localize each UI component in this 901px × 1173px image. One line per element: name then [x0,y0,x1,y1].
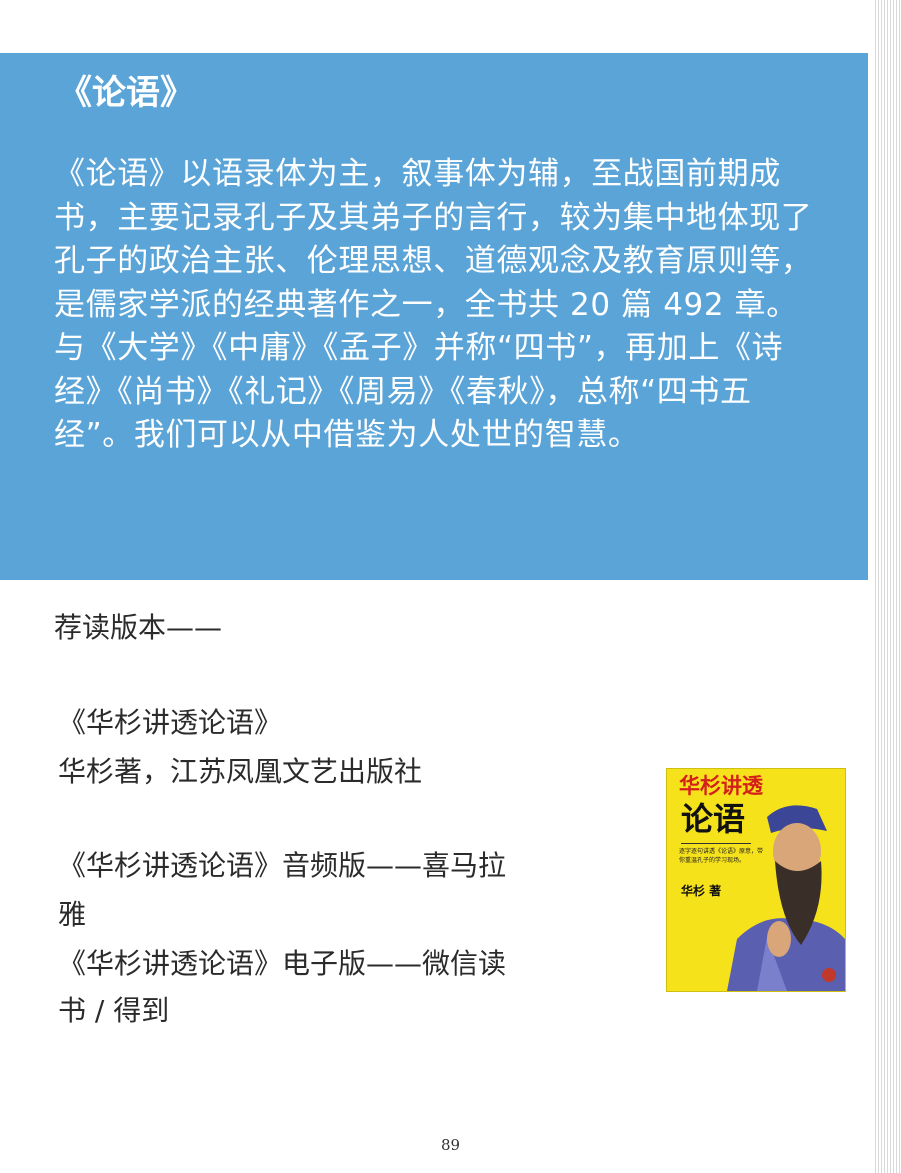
recommend-heading: 荐读版本—— [54,611,223,644]
panel-title: 《论语》 [58,73,194,113]
panel-body: 《论语》以语录体为主，叙事体为辅，至战国前期成书，主要记录孔子及其弟子的言行，较… [54,156,813,453]
cover-author: 华杉 著 [681,884,722,898]
cover-blurb: 逐字逐句讲透《论语》原意，带你重温孔子的学习现场。 [679,848,764,864]
cover-title-main: 论语 [681,800,746,838]
cover-divider [681,843,751,844]
audio-edition-line-cont: 雅 [58,898,87,931]
page-number: 89 [440,1136,461,1154]
cover-title-top: 华杉讲透 [679,774,763,798]
ebook-edition-line: 《华杉讲透论语》电子版——微信读 [58,947,507,980]
intro-panel: 《论语》 《论语》以语录体为主，叙事体为辅，至战国前期成书，主要记录孔子及其弟子… [0,53,868,580]
book-cover-image: 华杉讲透 论语 逐字逐句讲透《论语》原意，带你重温孔子的学习现场。 华杉 著 [667,769,845,991]
audio-edition-line: 《华杉讲透论语》音频版——喜马拉 [58,849,507,882]
publisher-line: 华杉著，江苏凤凰文艺出版社 [58,755,423,788]
page-edge [873,0,901,1173]
ebook-edition-line-cont: 书 / 得到 [58,994,170,1027]
book-title-line: 《华杉讲透论语》 [58,706,283,739]
